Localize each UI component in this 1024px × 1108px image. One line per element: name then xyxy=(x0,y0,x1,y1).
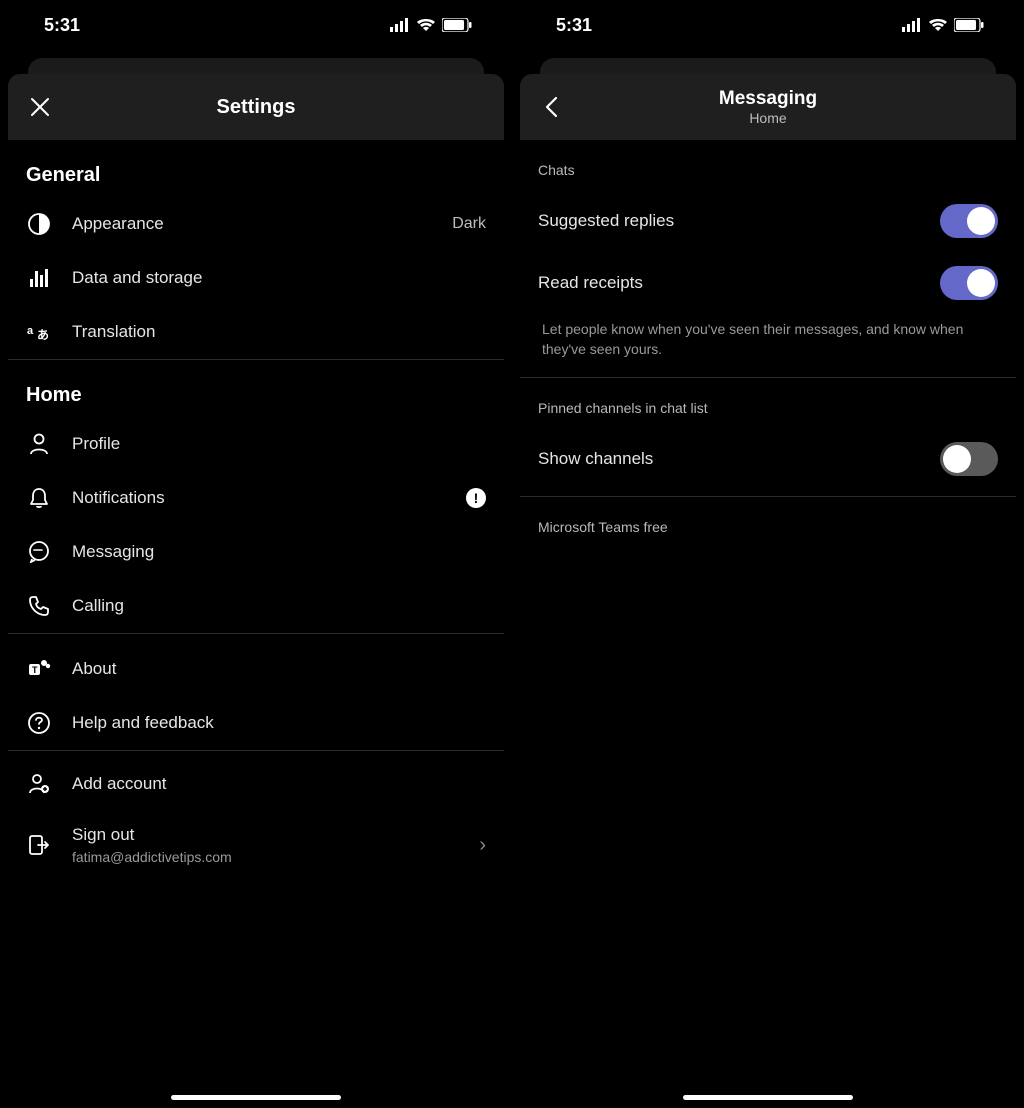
data-storage-icon xyxy=(28,267,50,289)
settings-nav-header: Settings xyxy=(8,74,504,140)
row-appearance[interactable]: Appearance Dark xyxy=(8,197,504,251)
messaging-settings-screen: 5:31 Messaging Home Chats Suggested repl… xyxy=(512,0,1024,1108)
settings-title: Settings xyxy=(26,96,486,119)
row-label: Sign out xyxy=(72,825,459,845)
wifi-icon xyxy=(928,18,948,32)
row-label: Add account xyxy=(72,774,486,794)
back-button[interactable] xyxy=(532,87,572,127)
row-profile[interactable]: Profile xyxy=(8,417,504,471)
divider xyxy=(8,633,504,634)
alert-badge-icon: ! xyxy=(466,488,486,508)
settings-screen: 5:31 Settings General Appearance Dark Da… xyxy=(0,0,512,1108)
chevron-right-icon: › xyxy=(479,834,486,857)
row-help[interactable]: Help and feedback xyxy=(8,696,504,750)
chevron-left-icon xyxy=(543,95,561,119)
toggle-suggested-replies[interactable] xyxy=(940,204,998,238)
sign-out-email: fatima@addictivetips.com xyxy=(72,849,459,865)
svg-text:a: a xyxy=(27,325,34,337)
section-header-teams-free: Microsoft Teams free xyxy=(520,497,1016,547)
bell-icon xyxy=(28,487,50,509)
home-indicator xyxy=(171,1095,341,1100)
row-label: Notifications xyxy=(72,488,446,508)
battery-icon xyxy=(442,18,472,32)
add-account-icon xyxy=(27,773,51,795)
messaging-title: Messaging xyxy=(538,88,998,110)
messaging-content: Chats Suggested replies Read receipts Le… xyxy=(520,140,1016,1108)
section-header-chats: Chats xyxy=(520,140,1016,190)
svg-text:T: T xyxy=(32,665,38,675)
status-time: 5:31 xyxy=(556,15,592,36)
profile-icon xyxy=(28,433,50,455)
status-icons xyxy=(390,18,472,32)
row-label: Translation xyxy=(72,322,486,342)
row-label: Help and feedback xyxy=(72,713,486,733)
row-label: Profile xyxy=(72,434,486,454)
section-header-pinned: Pinned channels in chat list xyxy=(520,378,1016,428)
row-data-storage[interactable]: Data and storage xyxy=(8,251,504,305)
row-read-receipts[interactable]: Read receipts xyxy=(520,252,1016,314)
svg-text:あ: あ xyxy=(37,328,49,341)
sheet-background xyxy=(0,50,512,74)
wifi-icon xyxy=(416,18,436,32)
cellular-icon xyxy=(902,18,922,32)
toggle-show-channels[interactable] xyxy=(940,442,998,476)
row-label: Suggested replies xyxy=(538,211,920,231)
row-label: Read receipts xyxy=(538,273,920,293)
row-sign-out[interactable]: Sign out fatima@addictivetips.com › xyxy=(8,811,504,879)
row-suggested-replies[interactable]: Suggested replies xyxy=(520,190,1016,252)
battery-icon xyxy=(954,18,984,32)
row-translation[interactable]: aあ Translation xyxy=(8,305,504,359)
section-header-home: Home xyxy=(8,360,504,417)
status-bar: 5:31 xyxy=(512,0,1024,50)
row-messaging[interactable]: Messaging xyxy=(8,525,504,579)
row-calling[interactable]: Calling xyxy=(8,579,504,633)
phone-icon xyxy=(28,595,50,617)
messaging-subtitle: Home xyxy=(538,110,998,126)
chat-icon xyxy=(28,541,50,563)
messaging-nav-header: Messaging Home xyxy=(520,74,1016,140)
row-label: Messaging xyxy=(72,542,486,562)
close-icon xyxy=(29,96,51,118)
translation-icon: aあ xyxy=(27,323,51,341)
help-icon xyxy=(28,712,50,734)
sheet-background xyxy=(512,50,1024,74)
row-label: About xyxy=(72,659,486,679)
cellular-icon xyxy=(390,18,410,32)
status-bar: 5:31 xyxy=(0,0,512,50)
settings-content: General Appearance Dark Data and storage… xyxy=(8,140,504,1108)
appearance-value: Dark xyxy=(452,215,486,233)
row-about[interactable]: T About xyxy=(8,642,504,696)
read-receipts-helper: Let people know when you've seen their m… xyxy=(520,314,1016,377)
divider xyxy=(8,750,504,751)
row-label: Calling xyxy=(72,596,486,616)
appearance-icon xyxy=(28,213,50,235)
row-label: Appearance xyxy=(72,214,432,234)
toggle-read-receipts[interactable] xyxy=(940,266,998,300)
row-notifications[interactable]: Notifications ! xyxy=(8,471,504,525)
close-button[interactable] xyxy=(20,87,60,127)
row-show-channels[interactable]: Show channels xyxy=(520,428,1016,490)
home-indicator xyxy=(683,1095,853,1100)
status-icons xyxy=(902,18,984,32)
section-header-general: General xyxy=(8,140,504,197)
status-time: 5:31 xyxy=(44,15,80,36)
row-label: Data and storage xyxy=(72,268,486,288)
row-add-account[interactable]: Add account xyxy=(8,757,504,811)
teams-icon: T xyxy=(27,658,51,680)
row-label: Show channels xyxy=(538,449,920,469)
sign-out-icon xyxy=(28,834,50,856)
